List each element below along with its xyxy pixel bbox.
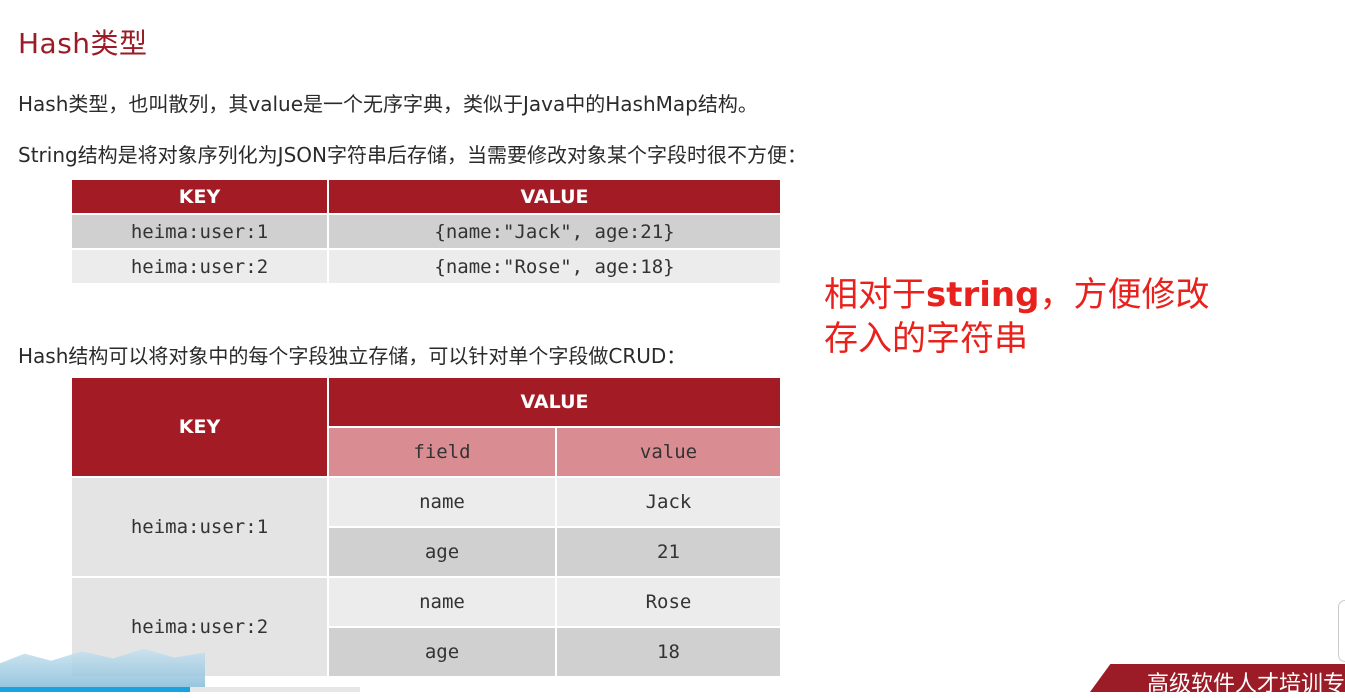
table-header-row: KEY VALUE <box>70 376 782 478</box>
key-cell: heima:user:1 <box>70 213 329 250</box>
annotation-note: 相对于string，方便修改 存入的字符串 <box>824 273 1209 361</box>
value-cell: 18 <box>555 626 782 678</box>
value-cell: Jack <box>555 476 782 528</box>
paragraph-hash-structure: Hash结构可以将对象中的每个字段独立存储，可以针对单个字段做CRUD： <box>18 344 687 368</box>
string-structure-table: KEY VALUE heima:user:1 {name:"Jack", age… <box>70 178 782 285</box>
field-cell: name <box>327 576 557 628</box>
value-cell: {name:"Jack", age:21} <box>327 213 782 250</box>
annotation-suffix: ，方便修改 <box>1039 275 1210 315</box>
table-row: heima:user:1 name Jack <box>70 476 782 578</box>
table-row: heima:user:2 {name:"Rose", age:18} <box>70 248 782 285</box>
key-header: KEY <box>70 376 329 478</box>
progress-bar-buffered[interactable] <box>190 687 360 692</box>
value-header: VALUE <box>327 376 782 428</box>
paragraph-string-structure: String结构是将对象序列化为JSON字符串后存储，当需要修改对象某个字段时很… <box>18 143 807 167</box>
field-cell: age <box>327 626 557 678</box>
value-cell: 21 <box>555 526 782 578</box>
brand-banner-text: 高级软件人才培训专 <box>1146 672 1345 697</box>
table-header-row: KEY VALUE <box>70 178 782 215</box>
table-row: heima:user:1 {name:"Jack", age:21} <box>70 213 782 250</box>
field-subheader: field <box>327 426 557 478</box>
side-panel-handle[interactable] <box>1338 600 1345 662</box>
annotation-prefix: 相对于 <box>824 275 926 315</box>
value-cell: {name:"Rose", age:18} <box>327 248 782 285</box>
value-subheader: value <box>555 426 782 478</box>
key-cell: heima:user:1 <box>70 476 329 578</box>
progress-bar-played[interactable] <box>0 687 190 692</box>
annotation-line2: 存入的字符串 <box>824 319 1028 359</box>
value-cell: Rose <box>555 576 782 628</box>
field-cell: age <box>327 526 557 578</box>
value-header: VALUE <box>327 178 782 215</box>
page-title: Hash类型 <box>18 27 148 60</box>
field-cell: name <box>327 476 557 528</box>
key-cell: heima:user:2 <box>70 248 329 285</box>
key-header: KEY <box>70 178 329 215</box>
annotation-bold: string <box>926 275 1040 315</box>
paragraph-hash-intro: Hash类型，也叫散列，其value是一个无序字典，类似于Java中的HashM… <box>18 92 758 116</box>
table-row: heima:user:2 name Rose <box>70 576 782 678</box>
hash-structure-table: KEY VALUE field value heima:user:1 name … <box>70 376 782 678</box>
